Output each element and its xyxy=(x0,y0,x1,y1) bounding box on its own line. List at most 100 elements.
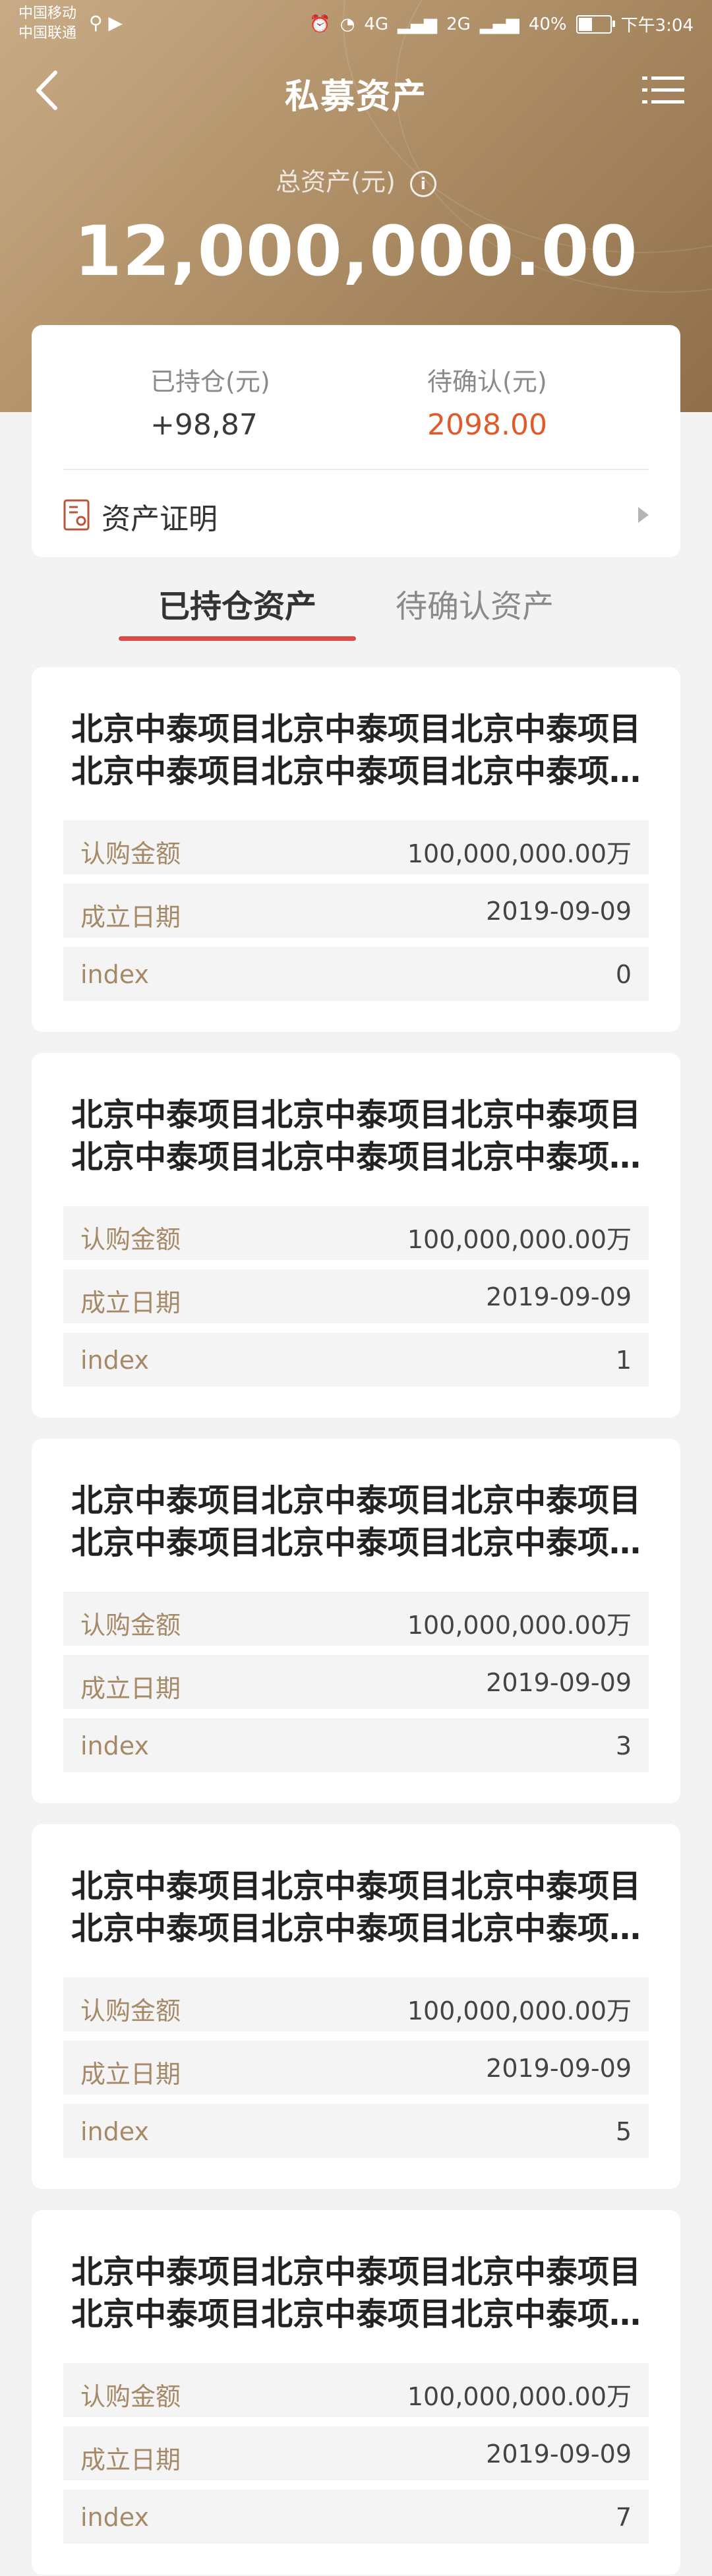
held-value: +98,87 xyxy=(150,408,258,442)
card-title-line2: 北京中泰项目北京中泰项目北京中泰项… xyxy=(71,1910,641,1947)
tab-pending-label: 待确认资产 xyxy=(395,588,554,625)
carrier-2: 中国联通 xyxy=(18,25,77,42)
card-title: 北京中泰项目北京中泰项目北京中泰项目 北京中泰项目北京中泰项目北京中泰项… xyxy=(63,1094,649,1178)
menu-button[interactable] xyxy=(642,74,684,107)
row-key: 认购金额 xyxy=(80,2382,181,2411)
row-key: index xyxy=(80,1346,149,1375)
card-row-index: index 0 xyxy=(63,947,649,1001)
asset-tabs: 已持仓资产 待确认资产 xyxy=(0,574,712,646)
network-label: 4G xyxy=(364,14,389,34)
row-value: 7 xyxy=(615,2503,632,2532)
certificate-icon xyxy=(63,499,90,531)
network2-label: 2G xyxy=(446,14,471,34)
pending-value: 2098.00 xyxy=(427,408,547,442)
card-title-line1: 北京中泰项目北京中泰项目北京中泰项目 xyxy=(71,1482,641,1519)
row-value: 2019-09-09 xyxy=(486,2054,632,2083)
carrier-info: 中国移动 中国联通 xyxy=(18,4,76,44)
row-value: 100,000,000.00万 xyxy=(407,1225,632,1254)
row-value: 100,000,000.00万 xyxy=(407,1996,632,2025)
row-value: 5 xyxy=(615,2117,632,2146)
row-key: index xyxy=(80,2117,149,2146)
row-key: 成立日期 xyxy=(80,2060,181,2089)
carrier-1: 中国移动 xyxy=(18,5,77,22)
row-value: 2019-09-09 xyxy=(486,897,632,926)
pending-stat: 待确认(元) 2098.00 xyxy=(427,361,547,442)
row-key: index xyxy=(80,960,149,989)
card-row-date: 成立日期 2019-09-09 xyxy=(63,2041,649,2095)
battery-icon xyxy=(576,15,615,34)
card-title-line2: 北京中泰项目北京中泰项目北京中泰项… xyxy=(71,1139,641,1176)
media-icon: ▶ xyxy=(108,12,123,34)
row-value: 2019-09-09 xyxy=(486,1668,632,1697)
card-title-line1: 北京中泰项目北京中泰项目北京中泰项目 xyxy=(71,711,641,748)
page-title: 私募资产 xyxy=(284,77,427,117)
total-assets-label: 总资产(元) i xyxy=(0,162,712,198)
card-title-line1: 北京中泰项目北京中泰项目北京中泰项目 xyxy=(71,1868,641,1905)
status-left-icons: ⚲ ▶ xyxy=(89,12,123,34)
card-row-date: 成立日期 2019-09-09 xyxy=(63,2426,649,2480)
card-title: 北京中泰项目北京中泰项目北京中泰项目 北京中泰项目北京中泰项目北京中泰项… xyxy=(63,1480,649,1564)
row-value: 2019-09-09 xyxy=(486,1282,632,1311)
held-stat: 已持仓(元) +98,87 xyxy=(150,361,270,442)
status-right: ⏰ ◔ 4G ▂▄▆ 2G ▂▄▆ 40% 下午3:04 xyxy=(309,12,694,36)
total-assets-value: 12,000,000.00 xyxy=(74,211,638,291)
nav-bar: 私募资产 xyxy=(0,47,712,133)
row-value: 100,000,000.00万 xyxy=(407,2382,632,2411)
asset-card[interactable]: 北京中泰项目北京中泰项目北京中泰项目 北京中泰项目北京中泰项目北京中泰项… 认购… xyxy=(32,667,680,1032)
asset-certificate-row[interactable]: 资产证明 xyxy=(63,483,649,546)
tab-held-label: 已持仓资产 xyxy=(158,588,316,625)
card-row-amount: 认购金额 100,000,000.00万 xyxy=(63,2363,649,2417)
card-row-index: index 5 xyxy=(63,2104,649,2158)
card-title: 北京中泰项目北京中泰项目北京中泰项目 北京中泰项目北京中泰项目北京中泰项… xyxy=(63,708,649,793)
card-row-amount: 认购金额 100,000,000.00万 xyxy=(63,820,649,874)
active-tab-indicator xyxy=(119,636,356,641)
pending-label: 待确认(元) xyxy=(427,367,547,396)
row-value: 100,000,000.00万 xyxy=(407,1611,632,1640)
row-key: 认购金额 xyxy=(80,1996,181,2025)
card-row-amount: 认购金额 100,000,000.00万 xyxy=(63,1206,649,1260)
card-title-line2: 北京中泰项目北京中泰项目北京中泰项… xyxy=(71,753,641,790)
tab-pending-assets[interactable]: 待确认资产 xyxy=(356,574,593,646)
battery-percent: 40% xyxy=(528,14,567,34)
row-key: 成立日期 xyxy=(80,1674,181,1703)
card-row-amount: 认购金额 100,000,000.00万 xyxy=(63,1977,649,2031)
row-key: 认购金额 xyxy=(80,1611,181,1640)
row-key: index xyxy=(80,1731,149,1760)
row-key: 成立日期 xyxy=(80,2445,181,2474)
row-value: 3 xyxy=(615,1731,632,1760)
row-value: 0 xyxy=(615,960,632,989)
signal2-icon: ▂▄▆ xyxy=(479,14,519,34)
signal-icon: ▂▄▆ xyxy=(398,14,438,34)
row-value: 100,000,000.00万 xyxy=(407,839,632,868)
usb-icon: ⚲ xyxy=(89,12,103,34)
card-row-index: index 3 xyxy=(63,1718,649,1772)
card-row-date: 成立日期 2019-09-09 xyxy=(63,1655,649,1709)
row-key: 成立日期 xyxy=(80,903,181,932)
card-title-line2: 北京中泰项目北京中泰项目北京中泰项… xyxy=(71,2296,641,2333)
info-icon[interactable]: i xyxy=(409,170,436,197)
wifi-icon: ◔ xyxy=(340,14,355,34)
asset-card[interactable]: 北京中泰项目北京中泰项目北京中泰项目 北京中泰项目北京中泰项目北京中泰项… 认购… xyxy=(32,1439,680,1803)
tab-held-assets[interactable]: 已持仓资产 xyxy=(119,574,356,646)
asset-card[interactable]: 北京中泰项目北京中泰项目北京中泰项目 北京中泰项目北京中泰项目北京中泰项… 认购… xyxy=(32,2210,680,2575)
total-assets-label-text: 总资产(元) xyxy=(276,167,396,196)
divider xyxy=(63,469,649,470)
row-key: 认购金额 xyxy=(80,839,181,868)
asset-certificate-label: 资产证明 xyxy=(102,502,218,536)
card-row-date: 成立日期 2019-09-09 xyxy=(63,1269,649,1323)
asset-card[interactable]: 北京中泰项目北京中泰项目北京中泰项目 北京中泰项目北京中泰项目北京中泰项… 认购… xyxy=(32,1824,680,2189)
chevron-right-icon xyxy=(638,507,649,523)
card-title: 北京中泰项目北京中泰项目北京中泰项目 北京中泰项目北京中泰项目北京中泰项… xyxy=(63,2251,649,2335)
row-key: index xyxy=(80,2503,149,2532)
clock: 下午3:04 xyxy=(620,16,694,36)
card-row-index: index 7 xyxy=(63,2490,649,2544)
card-title-line1: 北京中泰项目北京中泰项目北京中泰项目 xyxy=(71,1096,641,1133)
card-row-date: 成立日期 2019-09-09 xyxy=(63,884,649,938)
card-title: 北京中泰项目北京中泰项目北京中泰项目 北京中泰项目北京中泰项目北京中泰项… xyxy=(63,1865,649,1950)
asset-card[interactable]: 北京中泰项目北京中泰项目北京中泰项目 北京中泰项目北京中泰项目北京中泰项… 认购… xyxy=(32,1053,680,1418)
list-menu-icon xyxy=(642,76,684,104)
alarm-icon: ⏰ xyxy=(309,14,331,34)
card-row-amount: 认购金额 100,000,000.00万 xyxy=(63,1592,649,1646)
row-key: 认购金额 xyxy=(80,1225,181,1254)
row-value: 2019-09-09 xyxy=(486,2440,632,2469)
